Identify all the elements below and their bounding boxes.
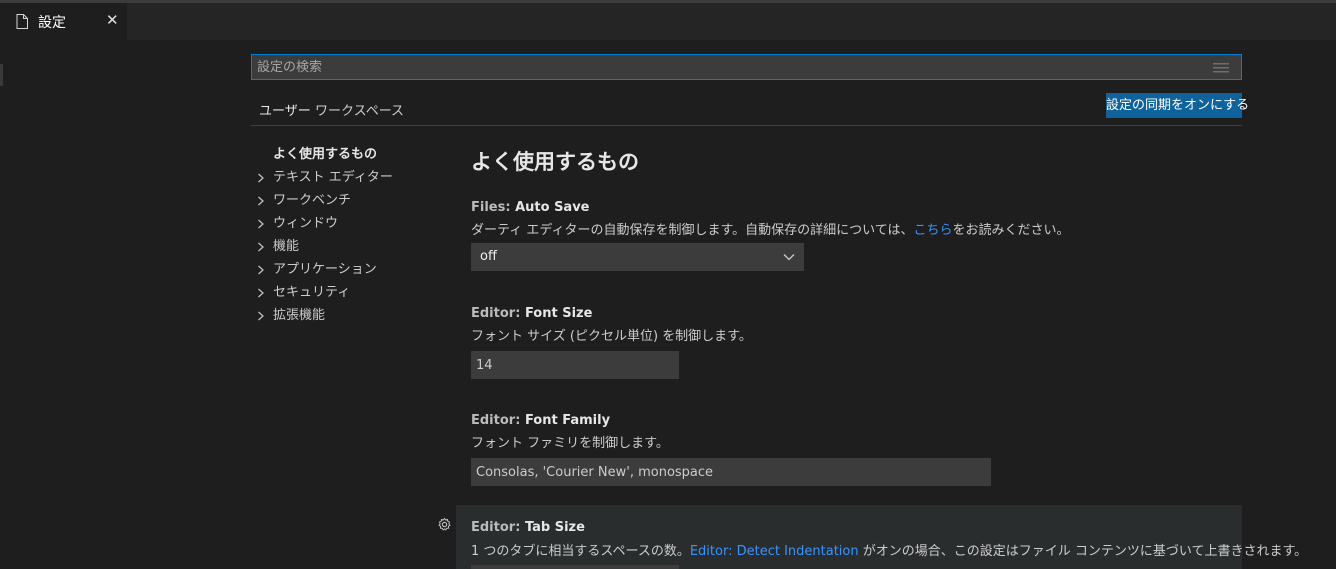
- file-icon: [16, 14, 28, 29]
- setting-font-family: Editor: Font Family フォント ファミリを制御します。: [456, 405, 1242, 495]
- setting-key: Tab Size: [524, 520, 585, 535]
- chevron-right-icon: [258, 219, 264, 229]
- auto-save-docs-link[interactable]: こちら: [914, 223, 953, 238]
- chevron-right-icon: [258, 242, 264, 252]
- toc-item-label: 拡張機能: [273, 308, 326, 323]
- sidebar-edge: [0, 64, 3, 86]
- toc-item-window[interactable]: ウィンドウ: [255, 212, 455, 235]
- toc-item-workbench[interactable]: ワークベンチ: [255, 189, 455, 212]
- tab-workspace[interactable]: ワークスペース: [307, 100, 412, 125]
- toc-item-features[interactable]: 機能: [255, 235, 455, 258]
- detect-indentation-link[interactable]: Editor: Detect Indentation: [690, 544, 859, 559]
- filter-icon[interactable]: [1213, 63, 1229, 73]
- setting-description: ダーティ エディターの自動保存を制御します。自動保存の詳細については、こちらをお…: [471, 219, 1070, 238]
- setting-category: Editor:: [471, 306, 525, 321]
- description-text: がオンの場合、この設定はファイル コンテンツに基づいて上書きされます。: [858, 544, 1308, 559]
- description-text: ダーティ エディターの自動保存を制御します。自動保存の詳細については、: [471, 223, 914, 238]
- settings-search: [251, 54, 1242, 80]
- tab-label: 設定: [38, 15, 66, 31]
- toc-item-application[interactable]: アプリケーション: [255, 258, 455, 281]
- toc-item-label: テキスト エディター: [273, 170, 393, 185]
- auto-save-select[interactable]: off: [471, 243, 804, 271]
- toc-item-label: ワークベンチ: [273, 193, 352, 208]
- settings-toc: よく使用するもの テキスト エディター ワークベンチ ウィンドウ 機能 アプリケ…: [255, 143, 455, 327]
- setting-description: フォント ファミリを制御します。: [471, 436, 669, 451]
- setting-category: Editor:: [471, 413, 525, 428]
- toc-item-label: アプリケーション: [273, 262, 377, 277]
- setting-key: Auto Save: [515, 200, 590, 215]
- setting-auto-save: Files: Auto Save ダーティ エディターの自動保存を制御します。自…: [456, 192, 1242, 282]
- search-input[interactable]: [252, 55, 1241, 79]
- setting-title: Editor: Font Size: [471, 306, 592, 321]
- setting-description: 1 つのタブに相当するスペースの数。Editor: Detect Indenta…: [471, 540, 1307, 559]
- font-size-input[interactable]: [471, 351, 679, 379]
- toc-item-label: よく使用するもの: [273, 147, 378, 162]
- toc-item-security[interactable]: セキュリティ: [255, 281, 455, 304]
- chevron-right-icon: [258, 288, 264, 298]
- gear-icon[interactable]: [437, 517, 452, 532]
- toc-item-text-editor[interactable]: テキスト エディター: [255, 166, 455, 189]
- turn-on-sync-button[interactable]: 設定の同期をオンにする: [1106, 93, 1249, 118]
- setting-font-size: Editor: Font Size フォント サイズ (ピクセル単位) を制御し…: [456, 298, 1242, 388]
- font-family-input[interactable]: [471, 458, 991, 486]
- select-value: off: [480, 249, 497, 264]
- setting-category: Files:: [471, 200, 516, 215]
- description-text: をお読みください。: [952, 223, 1070, 238]
- chevron-down-icon: [783, 254, 795, 261]
- setting-key: Font Family: [524, 413, 611, 428]
- chevron-right-icon: [258, 196, 264, 206]
- description-text: 1 つのタブに相当するスペースの数。: [471, 544, 690, 559]
- chevron-right-icon: [258, 311, 264, 321]
- setting-title: Editor: Font Family: [471, 413, 610, 428]
- toc-item-label: 機能: [273, 239, 300, 254]
- scope-divider: [251, 125, 1242, 126]
- chevron-right-icon: [258, 173, 264, 183]
- toc-item-label: ウィンドウ: [273, 216, 339, 231]
- group-title: よく使用するもの: [471, 150, 639, 174]
- setting-title: Editor: Tab Size: [471, 520, 585, 535]
- toc-item-extensions[interactable]: 拡張機能: [255, 304, 455, 327]
- setting-category: Editor:: [471, 520, 525, 535]
- editor-tab-bar: 設定 ✕: [0, 3, 1336, 40]
- tab-settings[interactable]: 設定 ✕: [0, 3, 127, 40]
- setting-description: フォント サイズ (ピクセル単位) を制御します。: [471, 329, 752, 344]
- setting-tab-size: Editor: Tab Size 1 つのタブに相当するスペースの数。Edito…: [456, 505, 1307, 569]
- toc-item-label: セキュリティ: [273, 285, 351, 300]
- tab-size-input[interactable]: [471, 565, 679, 569]
- close-icon[interactable]: ✕: [106, 11, 119, 29]
- setting-key: Font Size: [524, 306, 593, 321]
- chevron-right-icon: [258, 265, 264, 275]
- toc-item-commonly-used[interactable]: よく使用するもの: [255, 143, 455, 166]
- setting-title: Files: Auto Save: [471, 200, 590, 215]
